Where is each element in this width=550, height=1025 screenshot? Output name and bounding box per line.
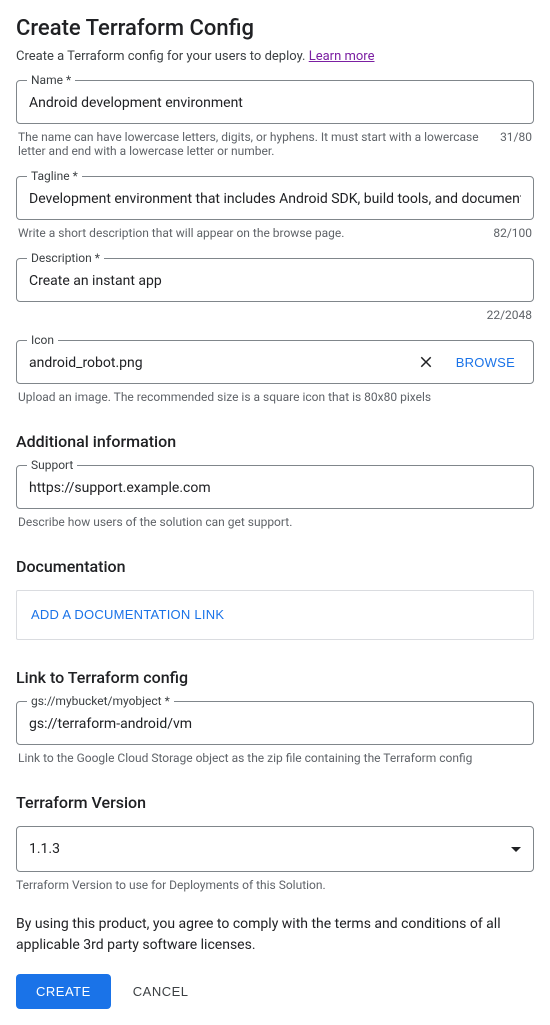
browse-button[interactable]: BROWSE: [444, 347, 527, 378]
description-input[interactable]: [17, 259, 533, 301]
version-value: 1.1.3: [29, 841, 60, 857]
close-icon[interactable]: [416, 352, 436, 372]
create-button[interactable]: CREATE: [16, 974, 111, 1009]
icon-input[interactable]: [17, 341, 408, 383]
tagline-label: Tagline *: [27, 169, 82, 183]
support-input[interactable]: [17, 466, 533, 508]
tagline-counter: 82/100: [493, 226, 532, 240]
page-title: Create Terraform Config: [16, 16, 534, 41]
tf-version-heading: Terraform Version: [16, 793, 534, 812]
name-counter: 31/80: [500, 130, 532, 158]
config-link-help: Link to the Google Cloud Storage object …: [18, 751, 532, 765]
icon-label: Icon: [27, 333, 58, 347]
tagline-help: Write a short description that will appe…: [18, 226, 481, 240]
documentation-heading: Documentation: [16, 557, 534, 576]
description-counter: 22/2048: [487, 308, 532, 322]
config-link-input[interactable]: [17, 702, 533, 744]
chevron-down-icon: [511, 847, 521, 852]
support-help: Describe how users of the solution can g…: [18, 515, 532, 529]
page-subtitle: Create a Terraform config for your users…: [16, 49, 534, 64]
add-documentation-link-button[interactable]: ADD A DOCUMENTATION LINK: [31, 607, 224, 622]
cancel-button[interactable]: CANCEL: [133, 984, 189, 999]
description-label: Description *: [27, 251, 104, 265]
version-help: Terraform Version to use for Deployments…: [16, 878, 534, 892]
documentation-box: ADD A DOCUMENTATION LINK: [16, 590, 534, 640]
link-config-heading: Link to Terraform config: [16, 668, 534, 687]
support-label: Support: [27, 458, 77, 472]
learn-more-link[interactable]: Learn more: [309, 49, 375, 64]
config-link-label: gs://mybucket/myobject *: [27, 694, 174, 708]
tagline-input[interactable]: [17, 177, 533, 219]
agreement-text: By using this product, you agree to comp…: [16, 914, 534, 956]
name-help: The name can have lowercase letters, dig…: [18, 130, 488, 158]
icon-help: Upload an image. The recommended size is…: [18, 390, 532, 404]
additional-info-heading: Additional information: [16, 432, 534, 451]
version-select[interactable]: 1.1.3: [16, 826, 534, 872]
name-label: Name *: [27, 73, 75, 87]
name-input[interactable]: [17, 81, 533, 123]
